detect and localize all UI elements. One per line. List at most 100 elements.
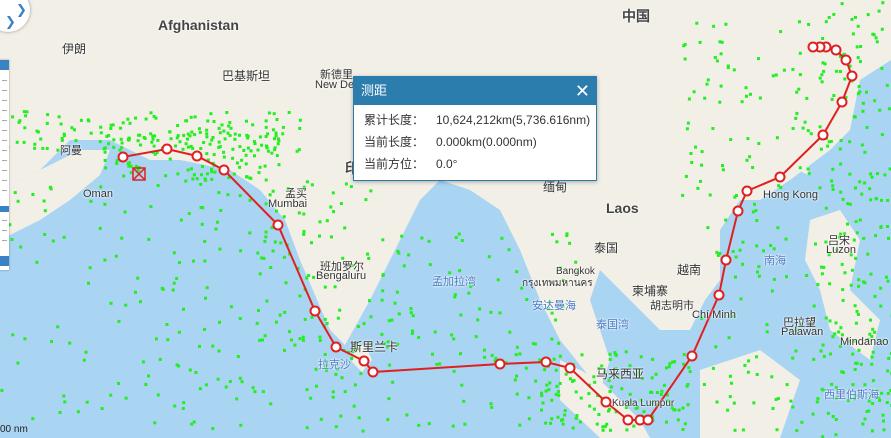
route-waypoint[interactable] xyxy=(774,171,786,183)
route-waypoint[interactable] xyxy=(358,355,370,367)
vessel-dot xyxy=(192,173,196,177)
route-waypoint[interactable] xyxy=(540,356,552,368)
vessel-dot xyxy=(206,172,209,176)
vessel-dot xyxy=(820,272,824,276)
vessel-dot xyxy=(182,133,186,137)
vessel-dot xyxy=(198,344,201,348)
vessel-dot xyxy=(877,9,881,13)
vessel-dot xyxy=(458,269,462,273)
vessel-dot xyxy=(854,220,858,224)
vessel-dot xyxy=(261,390,265,394)
route-waypoint[interactable] xyxy=(846,70,858,82)
route-waypoint[interactable] xyxy=(622,414,634,426)
zoom-slider[interactable] xyxy=(0,60,9,270)
route-waypoint[interactable] xyxy=(686,350,698,362)
map-canvas[interactable] xyxy=(0,0,891,438)
vessel-dot xyxy=(63,400,67,404)
vessel-dot xyxy=(746,370,750,374)
route-waypoint[interactable] xyxy=(161,143,173,155)
vessel-dot xyxy=(109,393,113,397)
vessel-dot xyxy=(705,82,709,86)
vessel-dot xyxy=(677,408,681,412)
vessel-dot xyxy=(733,428,737,432)
vessel-dot xyxy=(295,149,299,153)
vessel-dot xyxy=(514,353,518,357)
vessel-dot xyxy=(555,384,559,388)
route-waypoint[interactable] xyxy=(117,151,129,163)
vessel-dot xyxy=(271,189,275,193)
vessel-dot xyxy=(460,239,464,242)
vessel-dot xyxy=(107,134,111,137)
vessel-dot xyxy=(772,247,776,251)
vessel-dot xyxy=(204,296,207,300)
vessel-dot xyxy=(301,338,305,342)
vessel-dot xyxy=(822,354,826,358)
vessel-dot xyxy=(654,372,658,376)
vessel-dot xyxy=(277,163,281,167)
route-waypoint[interactable] xyxy=(564,362,576,374)
vessel-dot xyxy=(175,363,179,367)
zoom-out-button[interactable] xyxy=(0,256,9,266)
route-waypoint[interactable] xyxy=(367,366,379,378)
vessel-dot xyxy=(880,27,884,31)
vessel-dot xyxy=(858,180,862,184)
vessel-dot xyxy=(852,238,856,242)
route-waypoint[interactable] xyxy=(732,205,744,217)
vessel-dot xyxy=(283,310,287,314)
vessel-dot xyxy=(264,144,268,148)
route-waypoint[interactable] xyxy=(330,341,342,353)
route-waypoint[interactable] xyxy=(642,414,654,426)
vessel-dot xyxy=(881,1,885,5)
route-waypoint[interactable] xyxy=(741,185,753,197)
vessel-dot xyxy=(659,393,663,396)
route-waypoint[interactable] xyxy=(713,289,725,301)
route-waypoint[interactable] xyxy=(830,44,842,56)
vessel-dot xyxy=(103,258,107,262)
chevron-down-icon[interactable]: ❯ xyxy=(5,14,16,30)
route-waypoint[interactable] xyxy=(600,396,612,408)
route-waypoint[interactable] xyxy=(191,150,203,162)
vessel-dot xyxy=(99,125,103,129)
vessel-dot xyxy=(211,136,215,139)
close-icon[interactable]: ✕ xyxy=(575,77,590,105)
route-waypoint[interactable] xyxy=(840,54,852,66)
vessel-dot xyxy=(765,330,769,334)
vessel-dot xyxy=(284,281,288,285)
vessel-dot xyxy=(119,137,123,141)
chevron-right-icon[interactable]: ❯ xyxy=(16,2,27,18)
vessel-dot xyxy=(213,170,217,174)
vessel-dot xyxy=(228,380,232,383)
vessel-dot xyxy=(156,184,160,187)
route-waypoint[interactable] xyxy=(720,254,732,266)
vessel-dot xyxy=(816,397,820,401)
vessel-dot xyxy=(19,245,23,249)
vessel-dot xyxy=(349,185,353,189)
route-waypoint[interactable] xyxy=(494,358,506,370)
vessel-dot xyxy=(741,428,745,432)
vessel-dot xyxy=(815,400,819,404)
vessel-dot xyxy=(197,127,201,131)
route-waypoint[interactable] xyxy=(807,41,819,53)
row-key: 累计长度： xyxy=(364,113,425,127)
vessel-dot xyxy=(860,143,864,147)
zoom-in-button[interactable] xyxy=(0,60,9,70)
vessel-dot xyxy=(330,235,333,239)
vessel-dot xyxy=(274,134,278,138)
zoom-handle[interactable] xyxy=(0,206,9,212)
route-waypoint[interactable] xyxy=(817,129,829,141)
route-waypoint[interactable] xyxy=(836,96,848,108)
vessel-dot xyxy=(253,154,256,158)
vessel-dot xyxy=(857,85,861,88)
route-waypoint[interactable] xyxy=(309,305,321,317)
vessel-dot xyxy=(860,192,864,196)
vessel-dot xyxy=(578,420,582,424)
route-waypoint[interactable] xyxy=(272,219,284,231)
vessel-dot xyxy=(624,350,628,354)
route-waypoint[interactable] xyxy=(218,164,230,176)
vessel-dot xyxy=(189,115,193,119)
vessel-dot xyxy=(217,191,221,195)
vessel-dot xyxy=(719,84,723,88)
vessel-dot xyxy=(857,284,861,288)
vessel-dot xyxy=(273,137,276,141)
vessel-dot xyxy=(11,333,15,337)
